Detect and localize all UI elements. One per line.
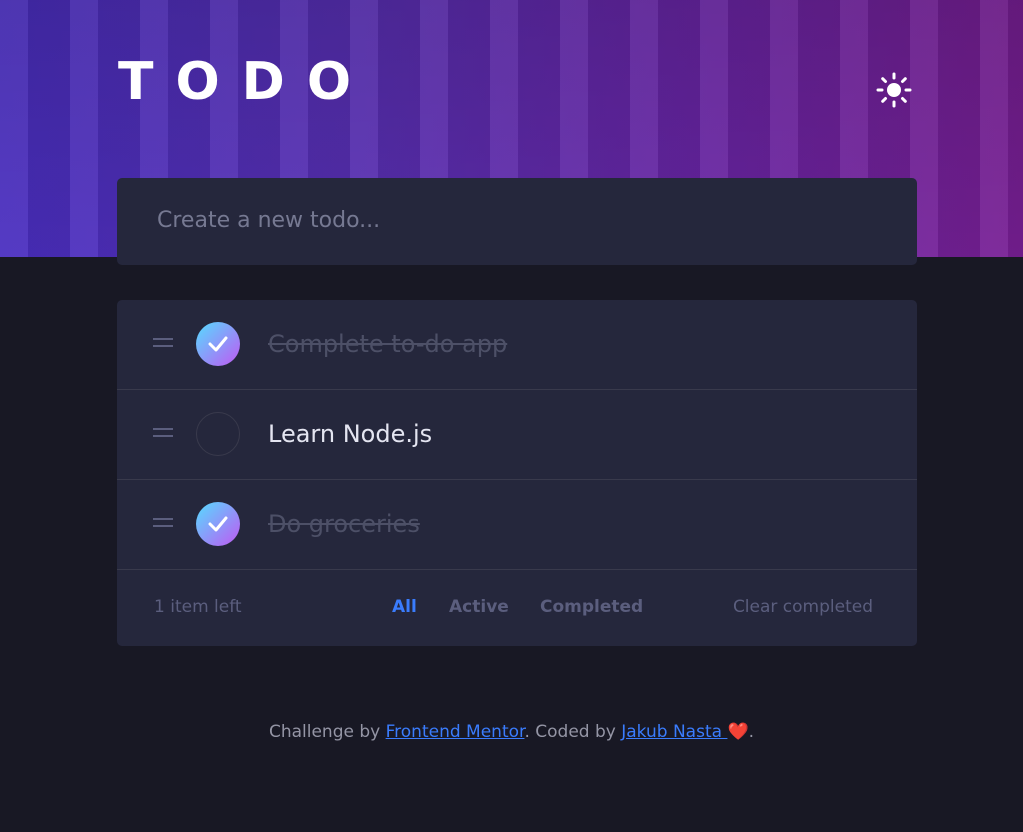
- attribution: Challenge by Frontend Mentor. Coded by J…: [0, 722, 1023, 742]
- check-icon: [208, 516, 228, 532]
- new-todo-input[interactable]: [157, 200, 857, 240]
- frontend-mentor-link[interactable]: Frontend Mentor: [386, 722, 525, 742]
- list-footer: 1 item left All Active Completed Clear c…: [117, 571, 917, 646]
- drag-handle-icon[interactable]: [153, 338, 173, 350]
- app-title: TODO: [118, 52, 374, 112]
- todo-item[interactable]: Complete to-do app: [117, 300, 917, 390]
- checkbox-unchecked[interactable]: [196, 412, 240, 456]
- author-link[interactable]: Jakub Nasta: [621, 722, 727, 742]
- check-icon: [208, 336, 228, 352]
- drag-handle-icon[interactable]: [153, 518, 173, 530]
- filter-active[interactable]: Active: [449, 597, 509, 617]
- clear-completed-button[interactable]: Clear completed: [733, 597, 873, 617]
- todo-list: Complete to-do app Learn Node.js Do groc…: [117, 300, 917, 646]
- theme-toggle-button[interactable]: [874, 70, 914, 110]
- todo-text[interactable]: Do groceries: [268, 509, 420, 539]
- checkbox-checked[interactable]: [196, 322, 240, 366]
- filter-all[interactable]: All: [392, 597, 417, 617]
- filter-completed[interactable]: Completed: [540, 597, 643, 617]
- checkbox-checked[interactable]: [196, 502, 240, 546]
- todo-item[interactable]: Do groceries: [117, 480, 917, 570]
- todo-item[interactable]: Learn Node.js: [117, 390, 917, 480]
- todo-text[interactable]: Complete to-do app: [268, 329, 507, 359]
- drag-handle-icon[interactable]: [153, 428, 173, 440]
- attribution-suffix: .: [748, 722, 755, 742]
- todo-text[interactable]: Learn Node.js: [268, 419, 432, 449]
- attribution-middle: . Coded by: [524, 722, 622, 742]
- sun-icon: [876, 72, 912, 108]
- heart-icon: ❤️: [727, 722, 749, 742]
- items-left-count: 1 item left: [154, 597, 242, 617]
- attribution-prefix: Challenge by: [268, 722, 386, 742]
- new-todo-box: [117, 178, 917, 265]
